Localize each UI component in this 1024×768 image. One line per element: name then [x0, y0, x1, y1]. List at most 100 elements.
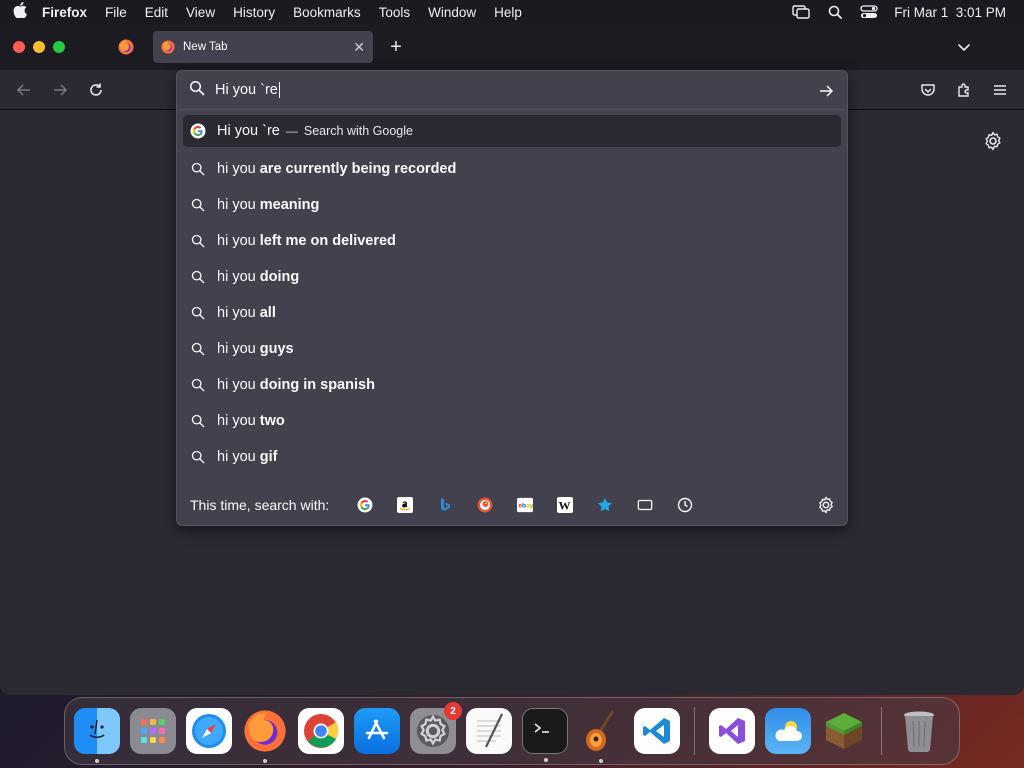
newtab-settings-gear-icon[interactable] [983, 131, 1003, 151]
visual-studio-logo-icon [719, 718, 745, 744]
urlbar-input-row[interactable]: Hi you `re [177, 71, 847, 110]
minimize-window-button[interactable] [33, 41, 45, 53]
menu-history[interactable]: History [224, 5, 284, 20]
launchpad-icon[interactable] [130, 708, 176, 754]
suggestion-prefix: hi you [217, 377, 260, 393]
zoom-window-button[interactable] [53, 41, 65, 53]
close-tab-icon[interactable]: ✕ [353, 39, 365, 56]
menu-file[interactable]: File [96, 5, 136, 20]
apple-menu-icon[interactable] [0, 1, 40, 23]
terminal-icon[interactable] [522, 708, 568, 762]
oneoff-search-bar: This time, search with: eba W [177, 485, 847, 525]
trash-icon[interactable] [896, 708, 942, 754]
suggestion-text: hi you gif [217, 449, 277, 465]
app-store-a-icon [365, 719, 389, 740]
result-separator: — [285, 124, 298, 138]
search-suggestion[interactable]: hi you all [183, 295, 841, 331]
search-suggestion[interactable]: hi you doing in spanish [183, 367, 841, 403]
engine-amazon-button[interactable] [385, 485, 425, 525]
suggestion-prefix: hi you [217, 305, 260, 321]
app-store-icon[interactable] [354, 708, 400, 754]
urlbar-results: Hi you `re — Search with Google hi you a… [183, 115, 841, 475]
screen-mirroring-icon[interactable] [792, 5, 810, 19]
search-icon [190, 197, 206, 213]
search-icon [190, 341, 206, 357]
extensions-puzzle-icon[interactable] [955, 81, 973, 99]
garageband-icon[interactable] [578, 708, 624, 763]
search-icon [190, 269, 206, 285]
search-suggestion[interactable]: hi you are currently being recorded [183, 151, 841, 187]
menu-help[interactable]: Help [485, 5, 531, 20]
search-suggestion[interactable]: hi you guys [183, 331, 841, 367]
back-arrow-icon[interactable] [15, 81, 33, 99]
textedit-icon[interactable] [466, 708, 512, 754]
search-suggestion[interactable]: hi you meaning [183, 187, 841, 223]
result-search-with-google[interactable]: Hi you `re — Search with Google [183, 115, 841, 147]
cloud-icon [775, 721, 802, 741]
macos-menubar: Firefox File Edit View History Bookmarks… [0, 0, 1024, 24]
engine-bing-button[interactable] [425, 485, 465, 525]
textedit-page-icon [477, 713, 503, 748]
menu-edit[interactable]: Edit [136, 5, 177, 20]
engine-ebay-button[interactable]: ebay [505, 485, 545, 525]
search-suggestion[interactable]: hi you doing [183, 259, 841, 295]
pocket-icon[interactable] [919, 81, 937, 99]
suggestion-prefix: hi you [217, 341, 260, 357]
menu-window[interactable]: Window [419, 5, 485, 20]
new-tab-button[interactable]: + [386, 36, 406, 58]
app-menu-hamburger-icon[interactable] [991, 81, 1009, 99]
list-all-tabs-chevron-down-icon[interactable] [955, 38, 973, 56]
urlbar-input[interactable]: Hi you `re [215, 82, 775, 99]
system-settings-icon[interactable]: 2 [410, 702, 462, 754]
menu-bookmarks[interactable]: Bookmarks [284, 5, 370, 20]
close-window-button[interactable] [13, 41, 25, 53]
minecraft-icon[interactable] [821, 708, 867, 754]
search-bookmarks-button[interactable] [585, 485, 625, 525]
vscode-logo-icon [643, 718, 670, 744]
search-settings-gear-icon[interactable] [817, 496, 835, 514]
suggestion-text: hi you all [217, 305, 276, 321]
tab-new-tab[interactable]: New Tab ✕ [153, 31, 373, 63]
tabs-icon [637, 497, 653, 513]
suggestion-completion: are currently being recorded [259, 161, 457, 177]
google-icon [357, 497, 373, 513]
menu-view[interactable]: View [177, 5, 224, 20]
macos-dock: 2 [64, 697, 960, 765]
spotlight-search-icon[interactable] [826, 5, 844, 19]
search-tabs-button[interactable] [625, 485, 665, 525]
control-center-icon[interactable] [860, 5, 878, 19]
search-suggestion[interactable]: hi you left me on delivered [183, 223, 841, 259]
chrome-icon[interactable] [298, 708, 344, 754]
pinned-tab-firefox[interactable] [104, 24, 148, 70]
engine-wikipedia-button[interactable]: W [545, 485, 585, 525]
suggestion-completion: doing [259, 269, 300, 285]
bing-icon [437, 497, 453, 513]
finder-face-icon [89, 719, 105, 739]
svg-text:W: W [559, 499, 571, 513]
safari-icon[interactable] [186, 708, 232, 754]
suggestion-prefix: hi you [217, 269, 260, 285]
reload-icon[interactable] [87, 81, 105, 99]
search-suggestion[interactable]: hi you gif [183, 439, 841, 475]
visual-studio-icon[interactable] [709, 708, 755, 754]
search-suggestion[interactable]: hi you two [183, 403, 841, 439]
forward-arrow-icon[interactable] [51, 81, 69, 99]
weather-icon[interactable] [765, 708, 811, 754]
suggestion-prefix: hi you [217, 413, 260, 429]
menu-app-name[interactable]: Firefox [40, 5, 96, 20]
search-history-button[interactable] [665, 485, 705, 525]
engine-duckduckgo-button[interactable] [465, 485, 505, 525]
suggestion-text: hi you are currently being recorded [217, 161, 456, 177]
suggestion-text: hi you two [217, 413, 285, 429]
engine-google-button[interactable] [345, 485, 385, 525]
suggestion-prefix: hi you [217, 161, 260, 177]
vscode-icon[interactable] [634, 708, 680, 754]
ebay-icon: ebay [517, 497, 534, 513]
finder-icon[interactable] [74, 708, 120, 763]
suggestion-completion: doing in spanish [259, 377, 375, 393]
suggestion-completion: left me on delivered [259, 233, 396, 249]
firefox-app-icon[interactable] [242, 708, 288, 763]
menu-tools[interactable]: Tools [370, 5, 420, 20]
menubar-clock[interactable]: Fri Mar 1 3:01 PM [894, 5, 1006, 20]
go-arrow-icon[interactable] [817, 82, 835, 100]
